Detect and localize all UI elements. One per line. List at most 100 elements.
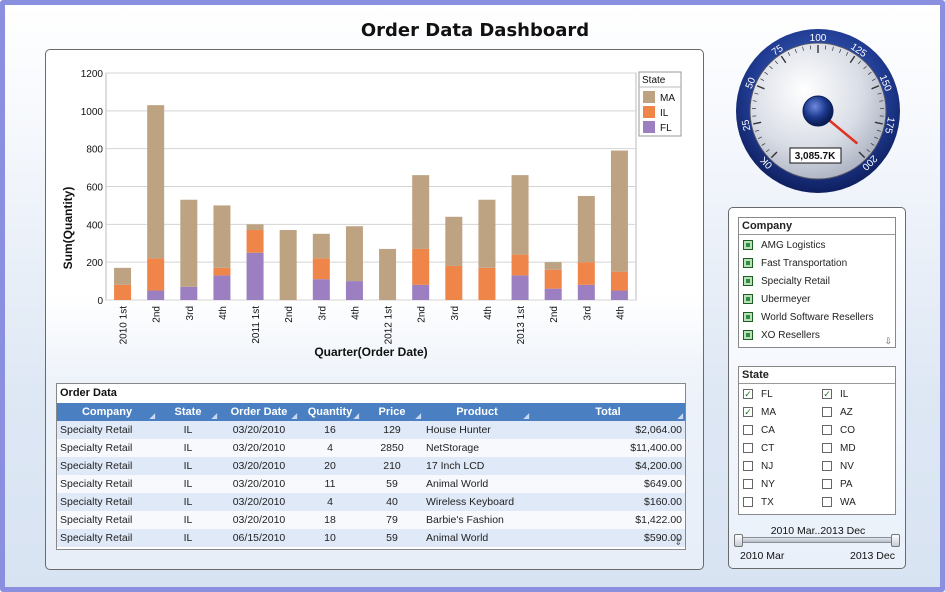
bar-fl[interactable] bbox=[213, 275, 231, 300]
bar-il[interactable] bbox=[445, 265, 463, 300]
bar-il[interactable] bbox=[544, 269, 562, 289]
column-header[interactable]: Total ◢ bbox=[531, 403, 685, 421]
state-checkbox-fl[interactable]: ✓ FL bbox=[739, 385, 818, 403]
bar-ma[interactable] bbox=[445, 216, 463, 266]
bar-il[interactable] bbox=[412, 248, 430, 285]
resize-handle-icon[interactable]: ⇕ bbox=[674, 537, 682, 548]
bar-ma[interactable] bbox=[478, 199, 496, 268]
bar-il[interactable] bbox=[478, 267, 496, 300]
state-checkbox-ma[interactable]: ✓ MA bbox=[739, 403, 818, 421]
bar-ma[interactable] bbox=[379, 248, 397, 300]
company-filter-item[interactable]: XO Resellers bbox=[739, 326, 895, 344]
bar-il[interactable] bbox=[610, 271, 628, 291]
table-row[interactable]: Specialty Retail IL 03/20/2010 16 129 House H… bbox=[57, 421, 685, 439]
bar-il[interactable] bbox=[312, 258, 330, 280]
bar-ma[interactable] bbox=[610, 150, 628, 272]
column-header[interactable]: Quantity ◢ bbox=[299, 403, 361, 421]
bar-fl[interactable] bbox=[610, 290, 628, 300]
company-filter-item[interactable]: Specialty Retail bbox=[739, 272, 895, 290]
bar-fl[interactable] bbox=[577, 284, 595, 300]
checkbox-empty-icon[interactable] bbox=[743, 443, 753, 453]
bar-il[interactable] bbox=[213, 267, 231, 276]
checkbox-empty-icon[interactable] bbox=[743, 479, 753, 489]
state-checkbox-wa[interactable]: WA bbox=[818, 493, 897, 511]
company-filter-item[interactable]: Fast Transportation bbox=[739, 254, 895, 272]
column-header[interactable]: State ◢ bbox=[157, 403, 219, 421]
bar-ma[interactable] bbox=[180, 199, 198, 287]
checkbox-checked-icon[interactable]: ✓ bbox=[743, 389, 753, 399]
state-checkbox-az[interactable]: AZ bbox=[818, 403, 897, 421]
state-checkbox-ca[interactable]: CA bbox=[739, 421, 818, 439]
bar-ma[interactable] bbox=[147, 105, 165, 259]
bar-fl[interactable] bbox=[345, 281, 363, 300]
state-checkbox-ny[interactable]: NY bbox=[739, 475, 818, 493]
state-checkbox-il[interactable]: ✓ IL bbox=[818, 385, 897, 403]
bar-fl[interactable] bbox=[412, 284, 430, 300]
column-header[interactable]: Price ◢ bbox=[361, 403, 423, 421]
table-row[interactable]: Specialty Retail IL 03/20/2010 11 59 Animal W… bbox=[57, 475, 685, 493]
state-checkbox-ct[interactable]: CT bbox=[739, 439, 818, 457]
bar-fl[interactable] bbox=[180, 286, 198, 300]
slider-start-handle[interactable] bbox=[734, 534, 743, 547]
bar-il[interactable] bbox=[246, 230, 264, 253]
sort-icon[interactable]: ◢ bbox=[150, 412, 155, 420]
company-filter-item[interactable]: World Software Resellers bbox=[739, 308, 895, 326]
sort-icon[interactable]: ◢ bbox=[212, 412, 217, 420]
bar-fl[interactable] bbox=[246, 252, 264, 300]
bar-ma[interactable] bbox=[213, 205, 231, 268]
sort-icon[interactable]: ◢ bbox=[354, 412, 359, 420]
bar-ma[interactable] bbox=[544, 262, 562, 270]
sort-icon[interactable]: ◢ bbox=[416, 412, 421, 420]
table-row[interactable]: Specialty Retail IL 06/15/2010 10 59 Animal W… bbox=[57, 529, 685, 547]
company-filter-item[interactable]: Ubermeyer bbox=[739, 290, 895, 308]
column-header[interactable]: Order Date ◢ bbox=[219, 403, 299, 421]
date-range-track[interactable] bbox=[739, 537, 895, 543]
state-checkbox-pa[interactable]: PA bbox=[818, 475, 897, 493]
checkbox-empty-icon[interactable] bbox=[822, 479, 832, 489]
checkbox-empty-icon[interactable] bbox=[822, 425, 832, 435]
table-row[interactable]: Specialty Retail IL 03/20/2010 4 2850 NetStor… bbox=[57, 439, 685, 457]
company-filter-item[interactable]: AMG Logistics bbox=[739, 236, 895, 254]
bar-il[interactable] bbox=[147, 258, 165, 291]
scroll-down-icon[interactable]: ⇩ bbox=[884, 336, 892, 347]
sort-icon[interactable]: ◢ bbox=[292, 412, 297, 420]
bar-il[interactable] bbox=[577, 262, 595, 285]
slider-end-handle[interactable] bbox=[891, 534, 900, 547]
bar-ma[interactable] bbox=[279, 230, 297, 300]
checkbox-empty-icon[interactable] bbox=[743, 425, 753, 435]
checkbox-empty-icon[interactable] bbox=[743, 461, 753, 471]
bar-chart[interactable]: 0 200 400 600 800 1000 1200 2010 1st 2nd 3rd 4th 20… bbox=[46, 50, 703, 370]
bar-fl[interactable] bbox=[147, 290, 165, 300]
checkbox-empty-icon[interactable] bbox=[822, 443, 832, 453]
table-row[interactable]: Specialty Retail IL 03/20/2010 4 40 Wireless … bbox=[57, 493, 685, 511]
bar-ma[interactable] bbox=[312, 233, 330, 259]
column-header[interactable]: Company ◢ bbox=[57, 403, 157, 421]
column-header[interactable]: Product ◢ bbox=[423, 403, 531, 421]
bar-ma[interactable] bbox=[345, 226, 363, 282]
checkbox-checked-icon[interactable]: ✓ bbox=[822, 389, 832, 399]
checkbox-empty-icon[interactable] bbox=[743, 497, 753, 507]
state-checkbox-tx[interactable]: TX bbox=[739, 493, 818, 511]
bar-fl[interactable] bbox=[544, 288, 562, 300]
state-checkbox-md[interactable]: MD bbox=[818, 439, 897, 457]
bar-il[interactable] bbox=[511, 254, 529, 276]
sort-icon[interactable]: ◢ bbox=[678, 412, 683, 420]
checkbox-empty-icon[interactable] bbox=[822, 407, 832, 417]
bar-ma[interactable] bbox=[246, 224, 264, 231]
table-row[interactable]: Specialty Retail IL 03/20/2010 18 79 Barbie's… bbox=[57, 511, 685, 529]
bar-fl[interactable] bbox=[511, 275, 529, 300]
table-row[interactable]: Specialty Retail IL 03/20/2010 20 210 17 Inch… bbox=[57, 457, 685, 475]
state-checkbox-nv[interactable]: NV bbox=[818, 457, 897, 475]
sort-icon[interactable]: ◢ bbox=[524, 412, 529, 420]
bar-il[interactable] bbox=[114, 284, 132, 300]
checkbox-empty-icon[interactable] bbox=[822, 461, 832, 471]
bar-fl[interactable] bbox=[312, 279, 330, 300]
state-checkbox-co[interactable]: CO bbox=[818, 421, 897, 439]
bar-ma[interactable] bbox=[511, 175, 529, 255]
checkbox-checked-icon[interactable]: ✓ bbox=[743, 407, 753, 417]
state-checkbox-nj[interactable]: NJ bbox=[739, 457, 818, 475]
bar-ma[interactable] bbox=[577, 195, 595, 263]
checkbox-empty-icon[interactable] bbox=[822, 497, 832, 507]
bar-ma[interactable] bbox=[412, 175, 430, 249]
bar-ma[interactable] bbox=[114, 267, 132, 285]
